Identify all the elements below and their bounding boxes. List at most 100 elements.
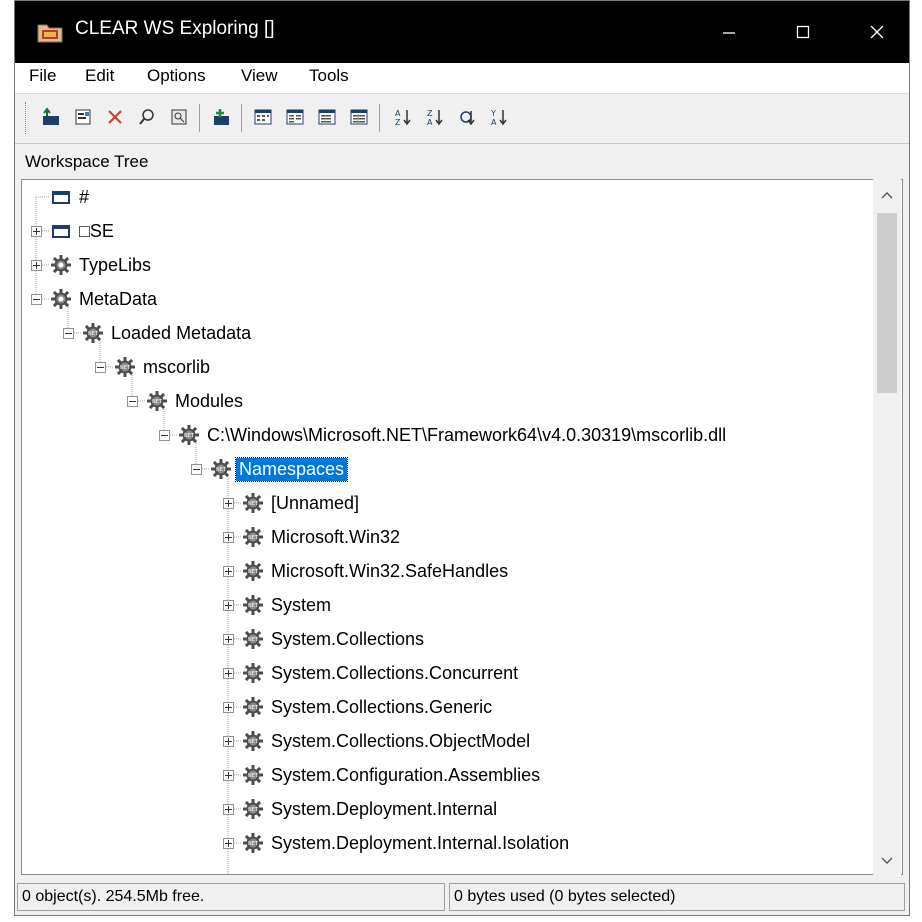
details-view-button[interactable] <box>347 104 371 130</box>
tree-node-label[interactable]: mscorlib <box>140 356 213 379</box>
title-bar[interactable]: CLEAR WS Exploring [] <box>15 1 909 63</box>
collapse-minus-icon[interactable] <box>63 328 74 339</box>
collapse-minus-icon[interactable] <box>127 396 138 407</box>
net-gear-icon: NET <box>114 356 136 378</box>
tree-node-label[interactable]: [Unnamed] <box>268 492 362 515</box>
tree-node[interactable]: NET Microsoft.Win32 <box>242 522 403 552</box>
tree-node[interactable]: NET System.Collections.Generic <box>242 692 495 722</box>
scroll-down-button[interactable] <box>873 851 901 871</box>
tree-node[interactable]: # <box>50 182 92 212</box>
menu-edit[interactable]: Edit <box>85 66 114 86</box>
expand-plus-icon[interactable] <box>223 736 234 747</box>
tree-node-label[interactable]: Microsoft.Win32 <box>268 526 403 549</box>
tree-node[interactable]: NET System.Collections.ObjectModel <box>242 726 533 756</box>
expand-plus-icon[interactable] <box>31 260 42 271</box>
tree-node[interactable]: NET System.Configuration.Assemblies <box>242 760 543 790</box>
tree-node-label[interactable]: # <box>76 186 92 209</box>
tree-node-label[interactable]: C:\Windows\Microsoft.NET\Framework64\v4.… <box>204 424 729 447</box>
collapse-minus-icon[interactable] <box>95 362 106 373</box>
expand-plus-icon[interactable] <box>223 668 234 679</box>
tree-node[interactable]: TypeLibs <box>50 250 154 280</box>
tree-node-label[interactable]: System.Collections.Concurrent <box>268 662 521 685</box>
tree-node[interactable]: NET mscorlib <box>114 352 213 382</box>
collapse-minus-icon[interactable] <box>191 464 202 475</box>
svg-text:NET: NET <box>248 637 259 643</box>
list-view-button[interactable] <box>315 104 339 130</box>
find-button[interactable] <box>135 104 159 130</box>
large-icons-view-button[interactable] <box>251 104 275 130</box>
tree-node-label[interactable]: TypeLibs <box>76 254 154 277</box>
expand-plus-icon[interactable] <box>223 804 234 815</box>
expand-plus-icon[interactable] <box>223 566 234 577</box>
maximize-button[interactable] <box>775 1 831 63</box>
tree-node[interactable]: NET Loaded Metadata <box>82 318 254 348</box>
collapse-minus-icon[interactable] <box>31 294 42 305</box>
tree-node-label[interactable]: System.Deployment.Internal <box>268 798 500 821</box>
tree-node[interactable]: NET System.Collections <box>242 624 427 654</box>
tree-node[interactable]: □SE <box>50 216 117 246</box>
large-icons-view-icon <box>254 109 272 125</box>
up-level-button[interactable] <box>39 104 63 130</box>
tree-node-label[interactable]: System.Collections.ObjectModel <box>268 730 533 753</box>
sort-za-button[interactable]: ZA <box>423 104 447 130</box>
tree-node[interactable]: NET System.Deployment.Internal <box>242 794 500 824</box>
menu-view[interactable]: View <box>241 66 278 86</box>
list-view-icon <box>318 109 336 125</box>
tree-node-label[interactable]: System.Deployment.Internal.Isolation <box>268 832 572 855</box>
properties-button[interactable] <box>71 104 95 130</box>
tree-node-label[interactable]: System <box>268 594 334 617</box>
tree-node[interactable]: NET System.Deployment.Internal.Isolation <box>242 828 572 858</box>
view-button[interactable] <box>167 104 191 130</box>
tree-node-label-selected[interactable]: Namespaces <box>234 456 349 482</box>
tree-node-label[interactable]: Modules <box>172 390 246 413</box>
minimize-icon <box>723 32 735 34</box>
svg-text:Y: Y <box>490 109 496 118</box>
vertical-scrollbar[interactable] <box>873 179 901 875</box>
tree-node-label[interactable]: Microsoft.Win32.SafeHandles <box>268 560 511 583</box>
close-button[interactable] <box>849 1 905 63</box>
expand-plus-icon[interactable] <box>223 600 234 611</box>
net-gear-icon: NET <box>242 730 264 752</box>
tree-node[interactable]: NET Namespaces <box>210 454 349 484</box>
sort-az-icon: AZ <box>395 109 411 127</box>
expand-plus-icon[interactable] <box>223 498 234 509</box>
tree-node-label[interactable]: Loaded Metadata <box>108 322 254 345</box>
tree-node[interactable]: NET [Unnamed] <box>242 488 362 518</box>
sort-order-button[interactable]: YA <box>487 104 511 130</box>
status-pane-left: 0 object(s). 254.5Mb free. <box>17 883 445 911</box>
expand-plus-icon[interactable] <box>31 226 42 237</box>
expand-plus-icon[interactable] <box>223 634 234 645</box>
tree-node-label[interactable]: □SE <box>76 220 117 243</box>
small-icons-view-button[interactable] <box>283 104 307 130</box>
expand-plus-icon[interactable] <box>223 838 234 849</box>
tree-node-label[interactable]: MetaData <box>76 288 160 311</box>
delete-button[interactable] <box>103 104 127 130</box>
scroll-thumb[interactable] <box>877 213 897 393</box>
tree-node[interactable]: NET Microsoft.Win32.SafeHandles <box>242 556 511 586</box>
tree-node[interactable]: NET System.Collections.Concurrent <box>242 658 521 688</box>
expand-plus-icon[interactable] <box>223 532 234 543</box>
tree-node-label[interactable]: System.Collections <box>268 628 427 651</box>
workspace-tree[interactable]: # □SE TypeLibs MetaData NET Loaded Metadata NE… <box>21 179 903 875</box>
refresh-button[interactable] <box>455 104 479 130</box>
toolbar-grip[interactable] <box>25 102 29 134</box>
menu-options[interactable]: Options <box>147 66 206 86</box>
tree-node[interactable]: NET C:\Windows\Microsoft.NET\Framework64\… <box>178 420 729 450</box>
minimize-button[interactable] <box>701 1 757 63</box>
net-gear-icon: NET <box>242 594 264 616</box>
tree-node[interactable]: MetaData <box>50 284 160 314</box>
tree-node-label[interactable]: System.Collections.Generic <box>268 696 495 719</box>
tree-node[interactable]: NET Modules <box>146 386 246 416</box>
scroll-up-button[interactable] <box>873 185 901 205</box>
tree-node-label[interactable]: System.Configuration.Assemblies <box>268 764 543 787</box>
menu-tools[interactable]: Tools <box>309 66 349 86</box>
expand-plus-icon[interactable] <box>223 702 234 713</box>
expand-plus-icon[interactable] <box>223 770 234 781</box>
new-item-button[interactable] <box>209 104 233 130</box>
collapse-minus-icon[interactable] <box>159 430 170 441</box>
sort-az-button[interactable]: AZ <box>391 104 415 130</box>
svg-text:NET: NET <box>248 501 259 507</box>
menu-file[interactable]: File <box>29 66 56 86</box>
gear-icon <box>50 288 72 310</box>
tree-node[interactable]: NET System <box>242 590 334 620</box>
